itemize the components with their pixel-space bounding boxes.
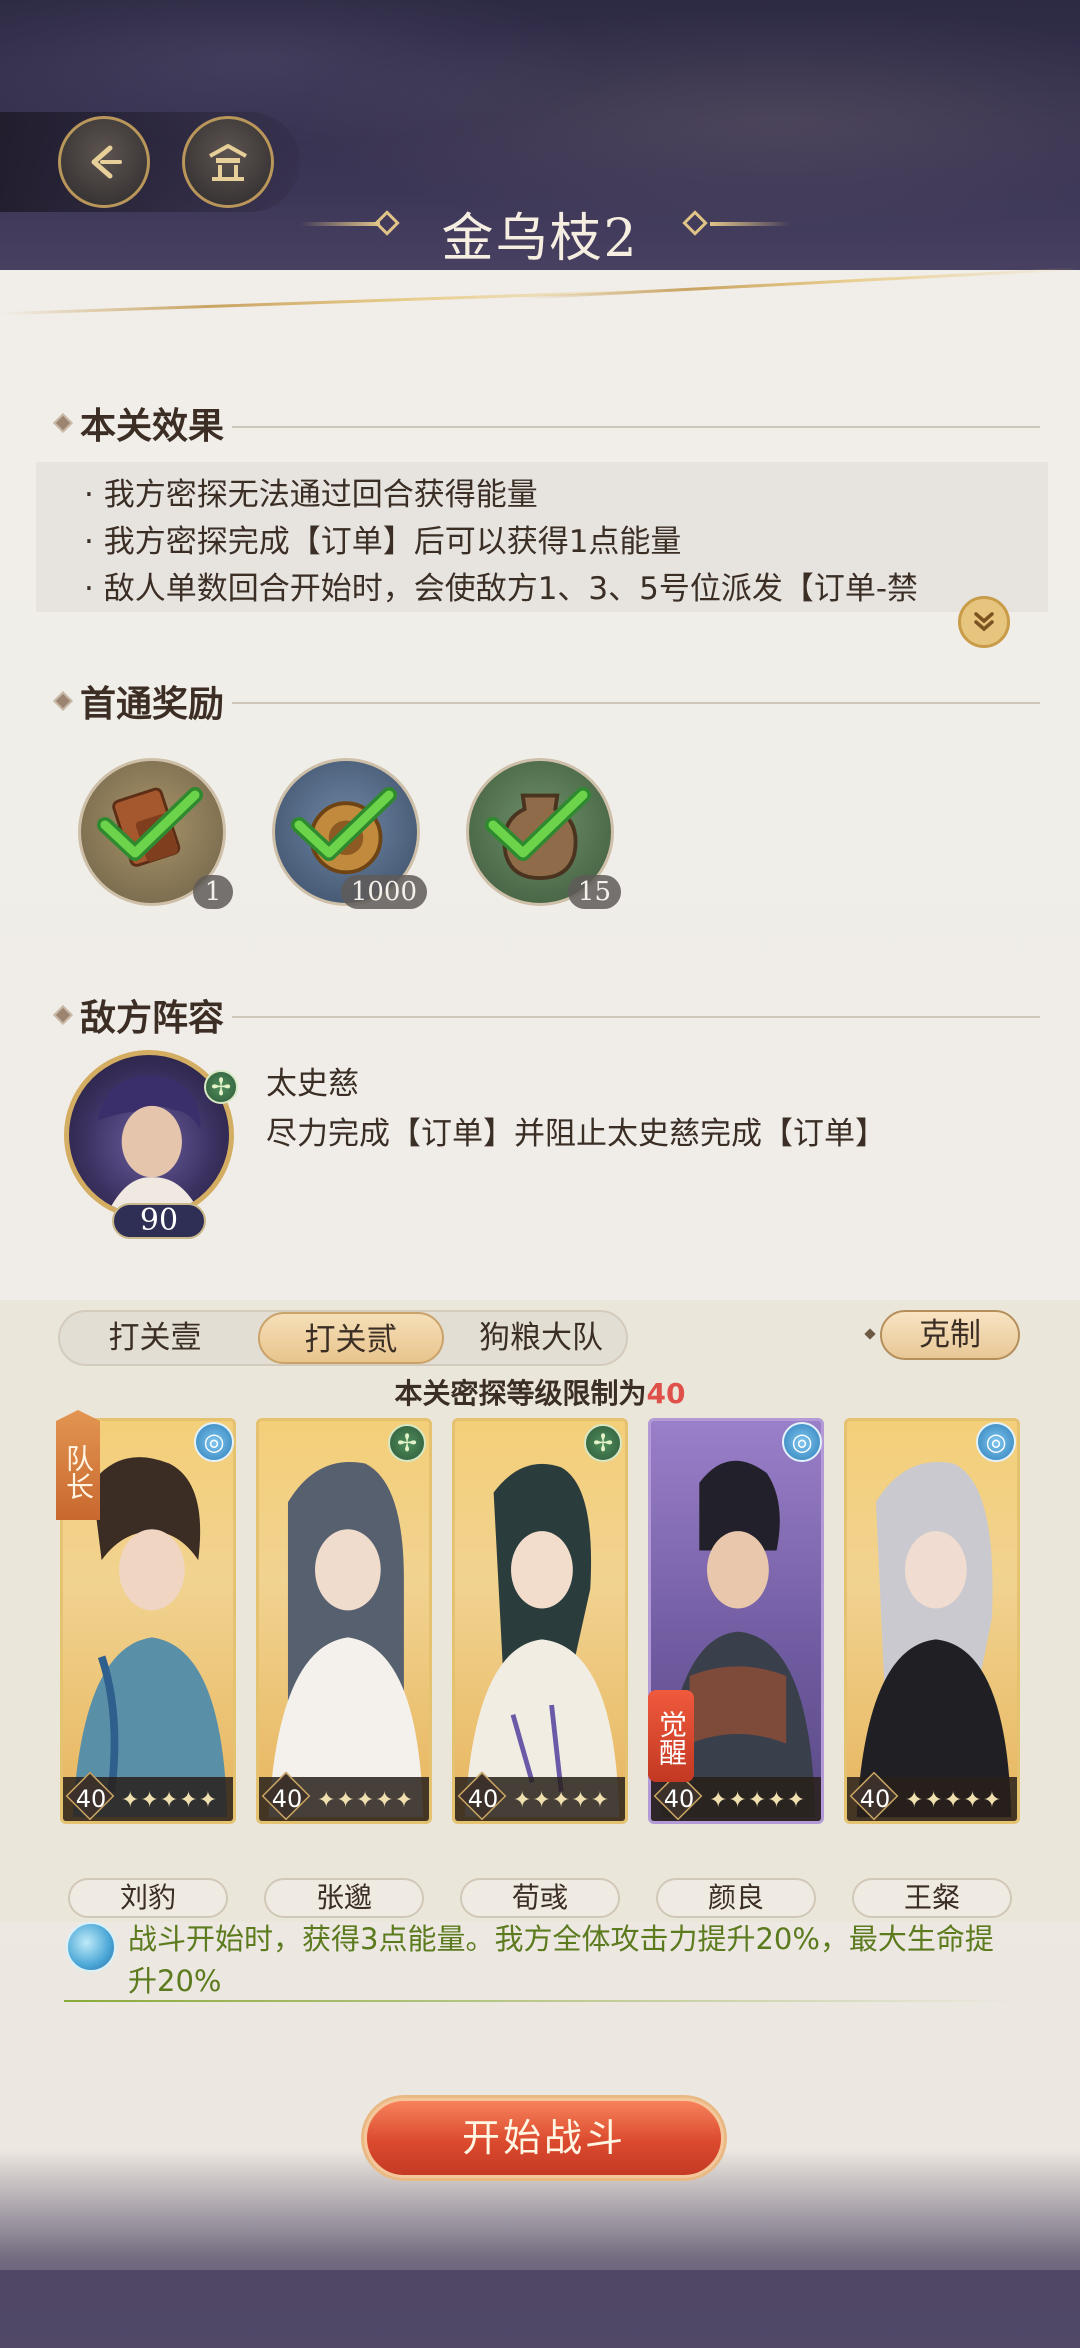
effects-list[interactable]: · 我方密探无法通过回合获得能量 · 我方密探完成【订单】后可以获得1点能量 ·…: [36, 462, 1048, 612]
member-level: 40: [859, 1785, 891, 1813]
member-name: 刘豹: [68, 1878, 228, 1918]
reward-item[interactable]: 1000: [272, 758, 427, 909]
reward-count: 15: [567, 875, 621, 909]
blue-element-icon: ◎: [782, 1422, 822, 1462]
page-title: 金乌枝2: [441, 209, 639, 269]
enemy-level-badge: 90: [112, 1203, 206, 1239]
reward-count: 1000: [340, 875, 427, 909]
first-clear-heading: 首通奖励: [53, 676, 225, 726]
expand-effects-button[interactable]: [958, 596, 1010, 648]
effect-line: · 敌人单数回合开始时，会使敌方1、3、5号位派发【订单-禁: [84, 571, 919, 607]
star-rating: ✦✦✦✦✦: [709, 1788, 807, 1813]
star-rating: ✦✦✦✦✦: [905, 1788, 1003, 1813]
star-rating: ✦✦✦✦✦: [317, 1788, 415, 1813]
restrain-button[interactable]: 克制: [880, 1310, 1020, 1360]
diamond-bullet-icon: [53, 413, 73, 433]
home-button[interactable]: [182, 116, 274, 208]
first-clear-heading-label: 首通奖励: [80, 683, 225, 725]
member-level: 40: [75, 1785, 107, 1813]
character-portrait: [856, 1461, 1012, 1818]
bottom-backdrop: [0, 2150, 1080, 2348]
member-name: 张邈: [264, 1878, 424, 1918]
team-member-card[interactable]: 40 ✦✦✦✦✦: [844, 1418, 1020, 1824]
enemy-heading: 敌方阵容: [53, 990, 225, 1040]
section-divider: [232, 702, 1040, 704]
enemy-heading-label: 敌方阵容: [80, 997, 225, 1039]
team-bonus-icon: [66, 1922, 116, 1972]
effect-line: · 我方密探无法通过回合获得能量: [84, 477, 538, 513]
diamond-bullet-icon: [53, 1005, 73, 1025]
bonus-divider: [64, 2000, 1024, 2002]
green-leaf-icon: ✢: [204, 1070, 238, 1104]
checkmark-icon: [485, 787, 591, 861]
blue-element-icon: ◎: [194, 1422, 234, 1462]
reward-item[interactable]: 1: [78, 758, 233, 909]
team-bonus-text: 战斗开始时，获得3点能量。我方全体攻击力提升20%，最大生命提升20%: [128, 1922, 994, 1998]
level-limit-value: 40: [646, 1377, 686, 1410]
character-portrait: [464, 1463, 620, 1818]
tab-team-2[interactable]: 打关贰: [258, 1312, 444, 1364]
awaken-tag: 觉醒: [648, 1690, 694, 1782]
enemy-name: 太史慈: [266, 1066, 359, 1102]
member-name: 王粲: [852, 1878, 1012, 1918]
effect-line: · 我方密探完成【订单】后可以获得1点能量: [84, 524, 682, 560]
pavilion-icon: [209, 144, 247, 181]
back-button[interactable]: [58, 116, 150, 208]
section-divider: [232, 426, 1040, 428]
diamond-bullet-icon: [53, 691, 73, 711]
character-portrait: [268, 1461, 424, 1818]
member-name: 颜良: [656, 1878, 816, 1918]
checkmark-icon: [291, 787, 397, 861]
reward-count: 1: [193, 875, 233, 909]
blue-element-icon: ◎: [976, 1422, 1016, 1462]
section-divider: [232, 1016, 1040, 1018]
level-limit-notice: 本关密探等级限制为40: [0, 1372, 1080, 1412]
double-chevron-down-icon: [974, 612, 994, 632]
team-member-card[interactable]: 40 ✦✦✦✦✦: [256, 1418, 432, 1824]
green-leaf-icon: ✢: [388, 1424, 426, 1462]
star-rating: ✦✦✦✦✦: [513, 1788, 611, 1813]
effects-heading-label: 本关效果: [80, 405, 225, 447]
member-name: 荀彧: [460, 1878, 620, 1918]
title-ornament-right: [710, 222, 790, 226]
tab-team-1[interactable]: 打关壹: [70, 1312, 240, 1364]
member-level: 40: [467, 1785, 499, 1813]
start-battle-button[interactable]: 开始战斗: [364, 2098, 724, 2178]
effects-heading: 本关效果: [53, 398, 225, 448]
enemy-objective: 尽力完成【订单】并阻止太史慈完成【订单】: [266, 1116, 886, 1152]
back-arrow-icon: [91, 145, 122, 179]
level-limit-label: 本关密探等级限制为: [394, 1377, 647, 1410]
team-member-card[interactable]: 40 ✦✦✦✦✦: [452, 1418, 628, 1824]
leader-tag: 队长: [56, 1410, 100, 1520]
team-tabs: 打关壹 打关贰 狗粮大队: [58, 1310, 628, 1366]
star-rating: ✦✦✦✦✦: [121, 1788, 219, 1813]
member-level: 40: [663, 1785, 695, 1813]
checkmark-icon: [97, 787, 203, 861]
green-leaf-icon: ✢: [584, 1424, 622, 1462]
tab-team-3[interactable]: 狗粮大队: [456, 1312, 626, 1364]
member-level: 40: [271, 1785, 303, 1813]
reward-item[interactable]: 15: [466, 758, 621, 909]
